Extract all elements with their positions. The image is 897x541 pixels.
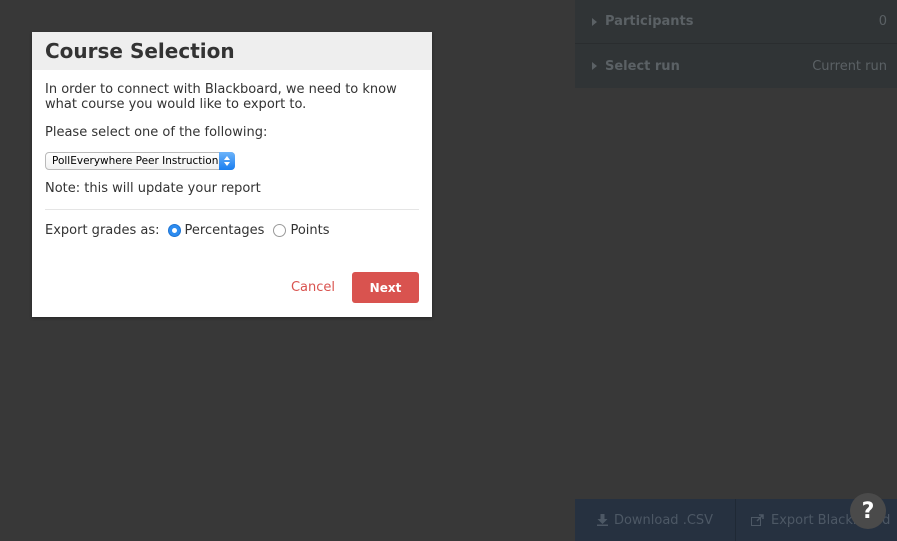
download-icon [596, 514, 608, 526]
select-stepper-icon [219, 152, 235, 170]
participants-row[interactable]: Participants 0 [575, 0, 897, 44]
help-button[interactable]: ? [850, 493, 886, 529]
update-note: Note: this will update your report [45, 181, 261, 196]
points-label[interactable]: Points [290, 223, 329, 238]
course-select[interactable]: PollEverywhere Peer Instruction [45, 152, 235, 170]
download-csv-label: Download .CSV [613, 512, 714, 528]
export-icon [751, 514, 764, 526]
select-prompt: Please select one of the following: [45, 125, 268, 140]
help-question-icon: ? [861, 498, 875, 524]
export-grades-row: Export grades as: Percentages Points [45, 223, 419, 238]
select-run-row[interactable]: Select run Current run [575, 44, 897, 88]
download-csv-button[interactable]: Download .CSV [575, 499, 736, 541]
percentages-label[interactable]: Percentages [185, 223, 265, 238]
expand-triangle-icon [592, 17, 597, 26]
modal-body: In order to connect with Blackboard, we … [32, 70, 432, 238]
points-radio[interactable] [273, 224, 287, 237]
export-grades-label: Export grades as: [45, 223, 160, 238]
participants-label: Participants [605, 14, 694, 29]
report-side-panel: Participants 0 Select run Current run [575, 0, 897, 88]
modal-footer: Cancel Next [291, 272, 419, 303]
divider [45, 209, 419, 210]
cancel-button[interactable]: Cancel [291, 280, 335, 295]
expand-triangle-icon [592, 62, 597, 70]
course-selection-modal: Course Selection In order to connect wit… [32, 32, 432, 317]
percentages-radio[interactable] [167, 224, 181, 237]
intro-text: In order to connect with Blackboard, we … [45, 82, 397, 112]
select-run-label: Select run [605, 58, 680, 74]
next-button[interactable]: Next [352, 272, 419, 303]
bottom-action-bar: Download .CSV Export Blackboard [575, 499, 897, 541]
modal-header: Course Selection [32, 32, 432, 70]
participants-count: 0 [878, 14, 887, 29]
select-run-value: Current run [812, 58, 887, 74]
modal-title: Course Selection [45, 39, 235, 63]
course-select-value: PollEverywhere Peer Instruction [52, 154, 219, 167]
